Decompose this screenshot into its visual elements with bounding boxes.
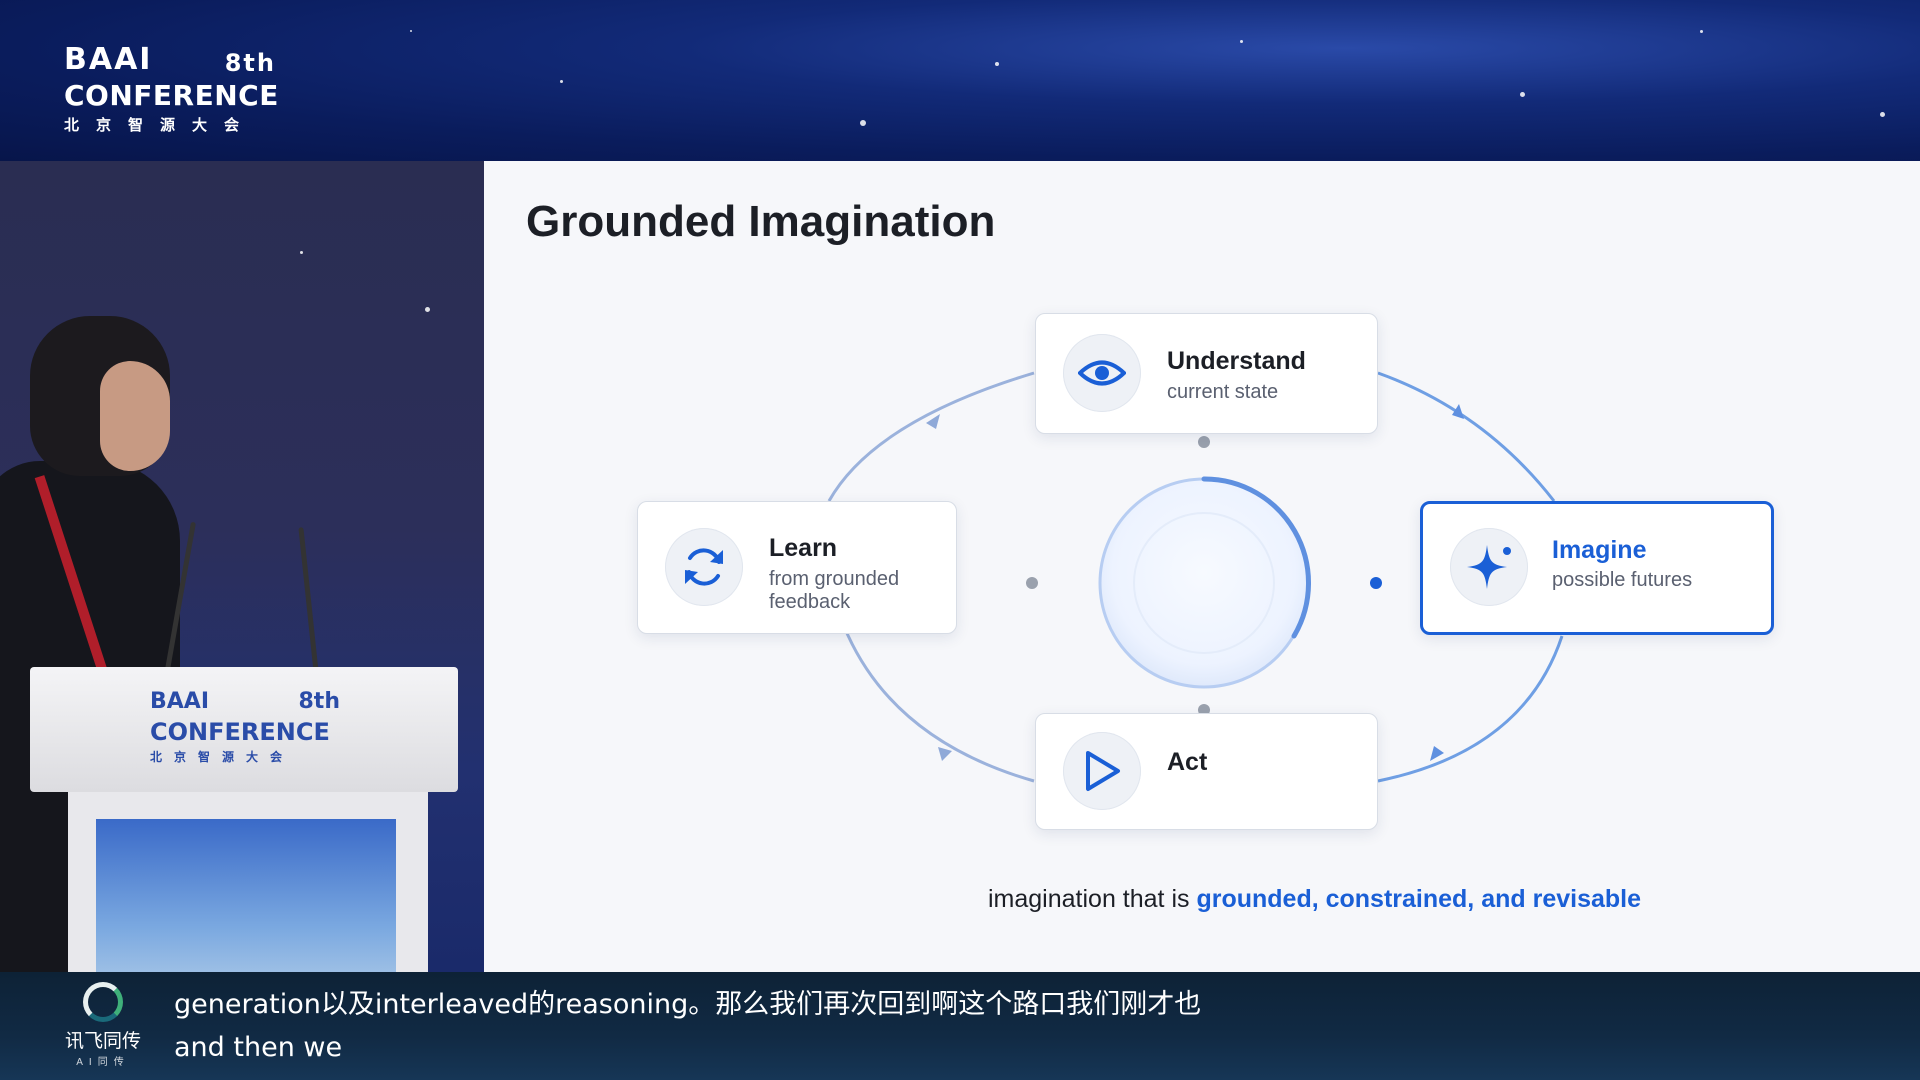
caption-prefix: imagination that is [988, 885, 1197, 913]
star [1240, 40, 1243, 43]
subtitle-line-cn: generation以及interleaved的reasoning。那么我们再次… [174, 989, 1202, 1020]
connector-dot [1026, 577, 1038, 589]
card-title: Understand [1167, 347, 1306, 375]
arc-understand-imagine [1377, 371, 1556, 502]
sparkle-icon [1450, 528, 1528, 606]
speaker-video: BAAI 8th CONFERENCE 北京智源大会 [0, 161, 484, 972]
slide-caption: imagination that is grounded, constraine… [988, 885, 1641, 914]
card-imagine[interactable]: Imagine possible futures [1420, 501, 1774, 635]
podium-screen [96, 819, 396, 972]
arrow-head [1452, 404, 1464, 419]
top-banner: BAAI 8th CONFERENCE 北京智源大会 [0, 0, 1920, 161]
provider-logo-icon [83, 982, 123, 1022]
logo-edition: 8th [224, 49, 276, 77]
star [995, 62, 999, 66]
refresh-icon [665, 528, 743, 606]
podium-logo-brand: BAAI [150, 689, 210, 714]
podium-logo-conference: CONFERENCE [150, 718, 330, 746]
card-act[interactable]: Act [1035, 713, 1378, 830]
star [1520, 92, 1525, 97]
connector-dot [1198, 436, 1210, 448]
arrow-head [1430, 746, 1444, 761]
arc-imagine-act [1377, 635, 1564, 783]
card-title: Learn [769, 534, 838, 562]
caption-highlight: grounded, constrained, and revisable [1196, 885, 1641, 913]
card-subtitle-line2: feedback [769, 591, 851, 613]
card-learn[interactable]: Learn from grounded feedback [637, 501, 957, 634]
star [560, 80, 563, 83]
card-subtitle: current state [1167, 381, 1279, 403]
arc-learn-understand [827, 371, 1035, 502]
subtitle-line-en: and then we [174, 1032, 343, 1063]
speaker-face [100, 361, 170, 471]
play-icon [1063, 732, 1141, 810]
star [300, 251, 303, 254]
card-subtitle-line1: from grounded [769, 568, 900, 590]
card-understand[interactable]: Understand current state [1035, 313, 1378, 434]
microphone [298, 527, 319, 673]
connector-dot [1370, 577, 1382, 589]
conference-logo: BAAI 8th CONFERENCE 北京智源大会 [64, 42, 279, 135]
podium-logo-cn-name: 北京智源大会 [150, 750, 295, 764]
provider-tag: AI同传 [76, 1057, 130, 1068]
logo-conference: CONFERENCE [64, 79, 279, 112]
podium-logo-edition: 8th [298, 689, 341, 714]
card-title: Imagine [1552, 536, 1647, 564]
podium: BAAI 8th CONFERENCE 北京智源大会 [30, 667, 458, 792]
translation-provider-logo: 讯飞同传 AI同传 [58, 982, 148, 1068]
logo-brand: BAAI [64, 42, 153, 77]
arrow-head [938, 747, 952, 761]
provider-name: 讯飞同传 [64, 1031, 141, 1052]
star [410, 30, 412, 32]
card-title: Act [1167, 748, 1208, 776]
eye-icon [1063, 334, 1141, 412]
star [860, 120, 866, 126]
podium-logo: BAAI 8th CONFERENCE 北京智源大会 [150, 689, 340, 765]
logo-cn-name: 北京智源大会 [64, 117, 257, 134]
card-subtitle: possible futures [1552, 569, 1693, 591]
arc-act-learn [844, 630, 1035, 783]
presentation-slide: Grounded Imagination Understand current … [484, 161, 1920, 972]
subtitle-bar: 讯飞同传 AI同传 generation以及interleaved的reason… [0, 972, 1920, 1080]
star [425, 307, 430, 312]
star [1700, 30, 1703, 33]
star [1880, 112, 1885, 117]
